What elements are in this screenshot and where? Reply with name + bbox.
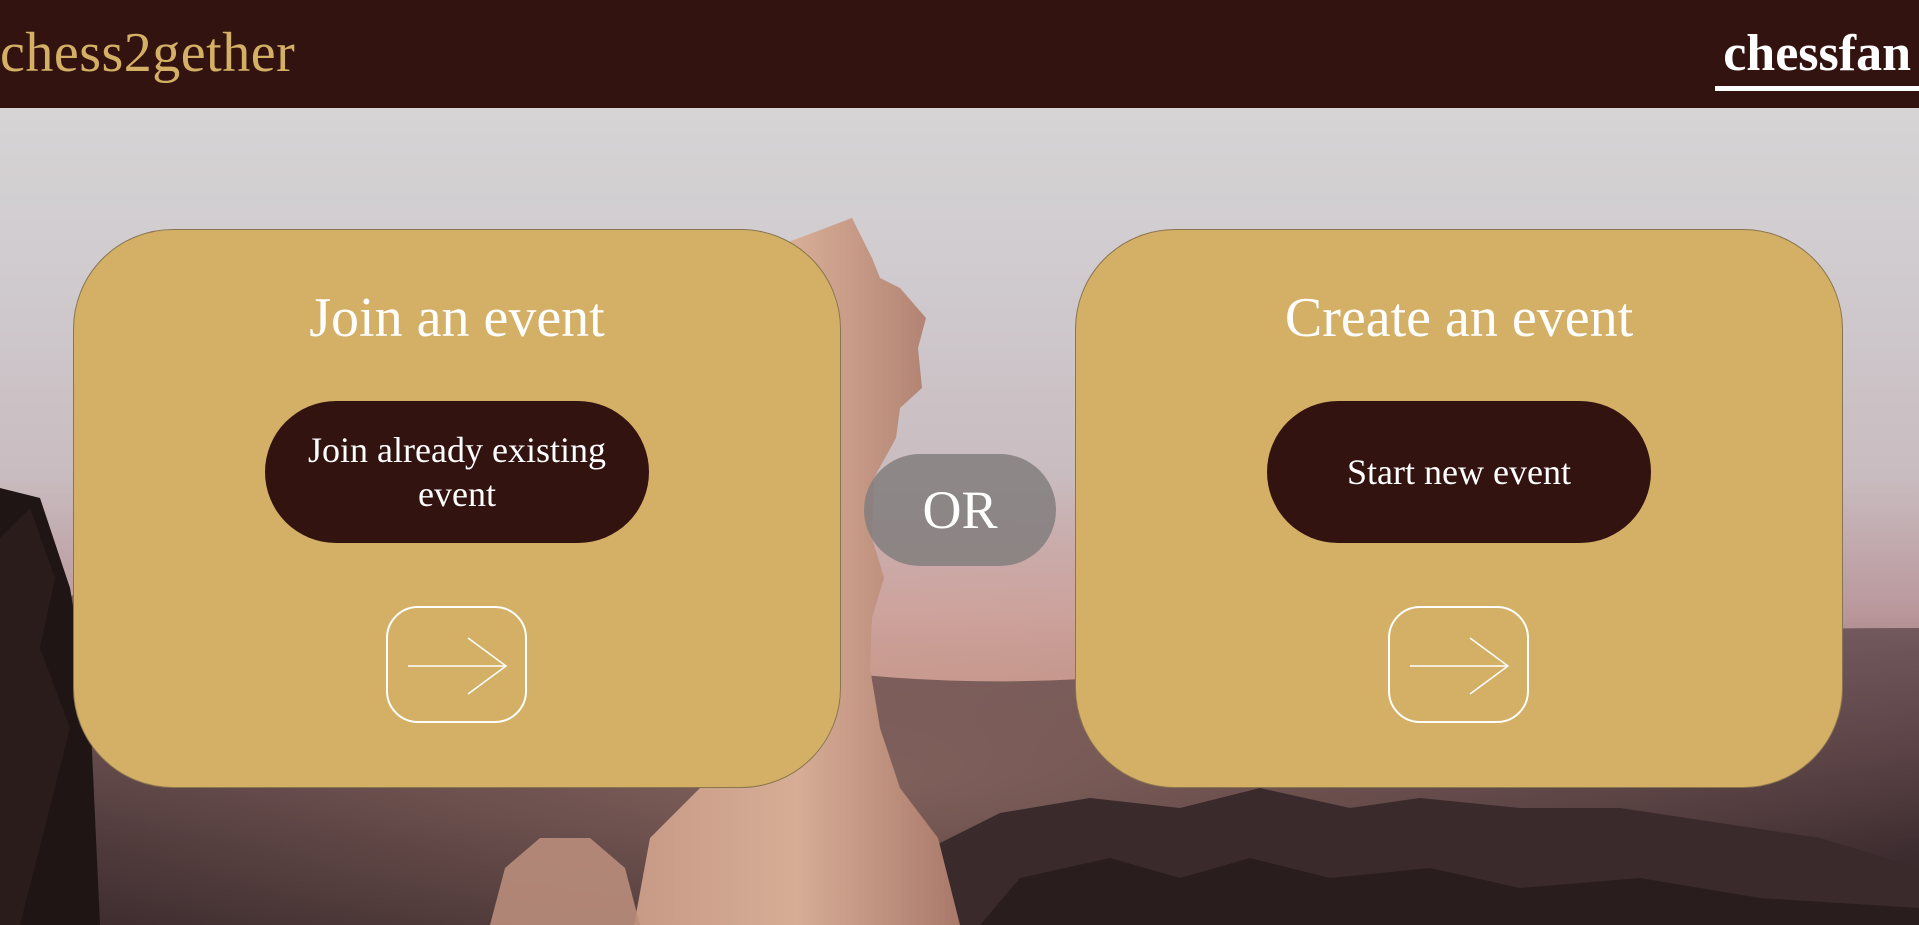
join-event-card: Join an event Join already existing even… — [73, 229, 841, 788]
create-event-arrow-button[interactable] — [1388, 606, 1529, 723]
join-existing-event-button[interactable]: Join already existing event — [265, 401, 649, 543]
join-event-title: Join an event — [309, 287, 605, 349]
user-profile-link[interactable]: chessfan — [1715, 22, 1919, 91]
arrow-right-icon — [408, 637, 508, 695]
or-divider-badge: OR — [864, 454, 1056, 566]
create-event-card: Create an event Start new event — [1075, 229, 1843, 788]
join-event-arrow-button[interactable] — [386, 606, 527, 723]
arrow-right-icon — [1410, 637, 1510, 695]
create-event-title: Create an event — [1284, 287, 1634, 349]
app-logo[interactable]: chess2gether — [0, 18, 295, 88]
top-bar: chess2gether chessfan — [0, 0, 1919, 108]
hero-background: Join an event Join already existing even… — [0, 108, 1919, 925]
start-new-event-button[interactable]: Start new event — [1267, 401, 1651, 543]
